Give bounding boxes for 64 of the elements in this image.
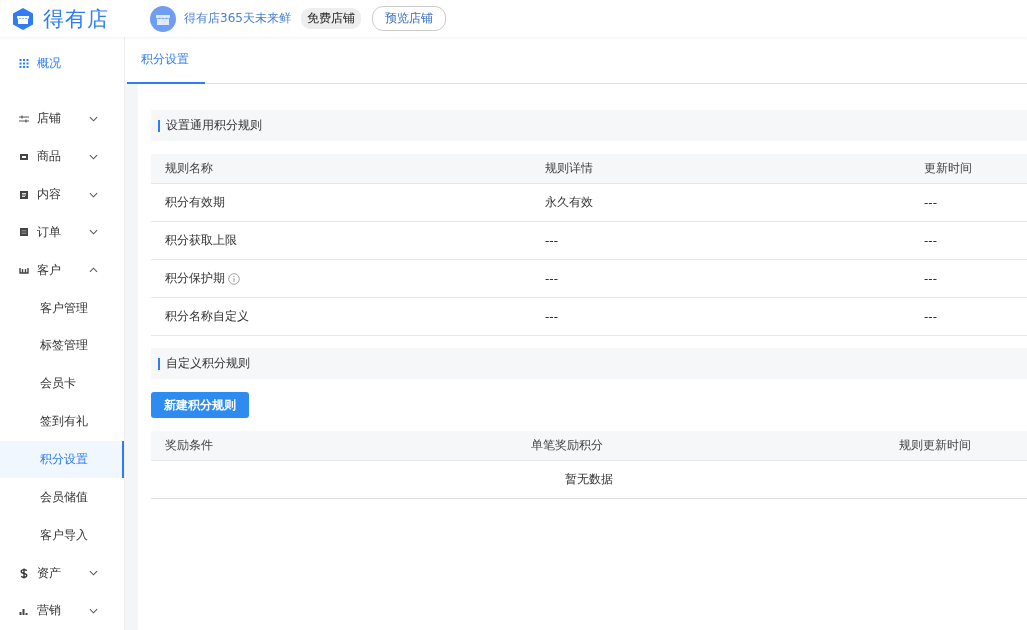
table-cell-text: --- [924, 271, 938, 286]
table-cell: 积分保护期 [165, 270, 225, 287]
sidebar-group[interactable]: 店铺 [0, 99, 124, 138]
sidebar-label: 订单 [37, 223, 62, 241]
sidebar-label: 概况 [37, 55, 61, 73]
chevron-icon [89, 570, 98, 577]
chevron-icon [89, 191, 98, 198]
sidebar-subitem[interactable]: 签到有礼 [0, 402, 124, 441]
table-cell: 积分有效期 [165, 194, 225, 211]
column-header: 规则名称 [165, 160, 214, 177]
sidebar-subitem[interactable]: 标签管理 [0, 327, 124, 365]
shop-badge: 免费店铺 [300, 8, 361, 29]
sidebar-subitem[interactable]: 积分设置 [0, 440, 124, 479]
section-header: 自定义积分规则 [151, 348, 1027, 379]
list-icon [19, 227, 29, 238]
sidebar-subitem[interactable]: 客户管理 [0, 289, 124, 327]
sidebar-label: 营销 [37, 602, 62, 620]
brand-name: 得有店 [43, 5, 109, 33]
table-cell: 积分名称自定义 [165, 308, 249, 325]
sidebar-label: 内容 [37, 186, 62, 203]
column-header: 规则详情 [545, 160, 594, 177]
sidebar-group[interactable]: 营销 [0, 592, 124, 630]
sidebar-subitem[interactable]: 会员储值 [0, 478, 124, 517]
shop-name: 得有店365天未来鲜 [184, 10, 291, 27]
section-header: 设置通用积分规则 [151, 110, 1027, 141]
column-header: 单笔奖励积分 [531, 437, 604, 454]
logo-icon [11, 6, 35, 31]
sidebar-label: 商品 [37, 148, 62, 166]
chevron-icon [89, 267, 98, 274]
column-header: 更新时间 [924, 160, 973, 177]
sidebar-group[interactable]: 内容 [0, 175, 124, 214]
table-cell-text: --- [545, 233, 559, 248]
box-icon [19, 151, 29, 162]
store-avatar-icon [150, 5, 176, 32]
empty-message: 暂无数据 [565, 471, 613, 488]
sidebar-group[interactable]: 商品 [0, 137, 124, 176]
table-cell-text: --- [545, 271, 559, 286]
column-header: 规则更新时间 [899, 437, 972, 454]
chevron-icon [89, 607, 98, 614]
sidebar-label: 店铺 [37, 110, 62, 128]
grid-icon [19, 59, 29, 69]
sidebar-subitem[interactable]: 会员卡 [0, 364, 124, 403]
sidebar-group[interactable]: 客户 [0, 251, 124, 290]
sidebar-label: 资产 [37, 564, 62, 582]
chevron-icon [89, 115, 98, 122]
table-cell-text: --- [545, 309, 559, 324]
sidebar-subitem[interactable]: 客户导入 [0, 516, 124, 555]
chevron-icon [89, 229, 98, 236]
chevron-icon [89, 153, 98, 160]
dollar-icon [19, 567, 29, 579]
sidebar-group[interactable]: 资产 [0, 554, 124, 593]
table-cell: 积分获取上限 [165, 232, 237, 249]
sidebar-label: 客户 [37, 261, 62, 279]
info-icon[interactable] [228, 272, 240, 285]
sidebar-item[interactable]: 概况 [0, 45, 124, 83]
table-cell-text: --- [924, 233, 938, 248]
preview-shop-button[interactable]: 预览店铺 [371, 6, 446, 31]
table-cell-text: 永久有效 [545, 194, 594, 211]
document-icon [19, 189, 29, 200]
table-cell-text: --- [924, 309, 938, 324]
table-cell-text: --- [924, 195, 938, 210]
sidebar-group[interactable]: 订单 [0, 213, 124, 252]
column-header: 奖励条件 [165, 437, 214, 454]
sliders-icon [19, 113, 29, 124]
